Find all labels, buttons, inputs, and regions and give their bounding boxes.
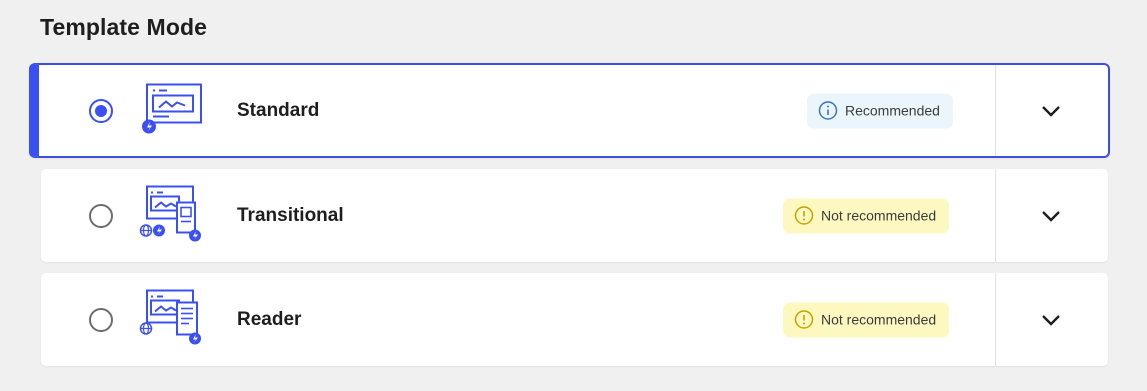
status-badge: Not recommended — [783, 198, 950, 233]
radio-transitional[interactable] — [89, 203, 113, 228]
mode-title-transitional: Transitional — [237, 204, 344, 226]
chevron-down-icon[interactable] — [1039, 308, 1063, 332]
status-badge: Not recommended — [783, 302, 950, 337]
badge-label: Not recommended — [821, 207, 937, 224]
info-icon — [818, 101, 838, 120]
mode-card-transitional[interactable]: Transitional Not recommended — [41, 169, 1108, 262]
divider — [995, 65, 996, 156]
radio-standard[interactable] — [89, 98, 113, 123]
reader-mode-icon — [139, 288, 203, 351]
warning-icon — [794, 310, 814, 329]
mode-title-reader: Reader — [237, 308, 302, 330]
transitional-mode-icon — [139, 184, 203, 247]
chevron-down-icon[interactable] — [1039, 204, 1063, 228]
radio-reader[interactable] — [89, 307, 113, 332]
mode-card-standard[interactable]: Standard Recommended — [29, 63, 1110, 158]
standard-mode-icon — [139, 80, 203, 141]
divider — [995, 169, 996, 262]
mode-card-reader[interactable]: Reader Not recommended — [41, 273, 1108, 366]
warning-icon — [794, 206, 814, 225]
chevron-down-icon[interactable] — [1039, 99, 1063, 123]
badge-label: Not recommended — [821, 311, 937, 328]
status-badge: Recommended — [807, 93, 953, 128]
divider — [995, 273, 996, 366]
badge-label: Recommended — [845, 102, 940, 119]
section-title: Template Mode — [40, 14, 208, 40]
mode-title-standard: Standard — [237, 99, 320, 121]
